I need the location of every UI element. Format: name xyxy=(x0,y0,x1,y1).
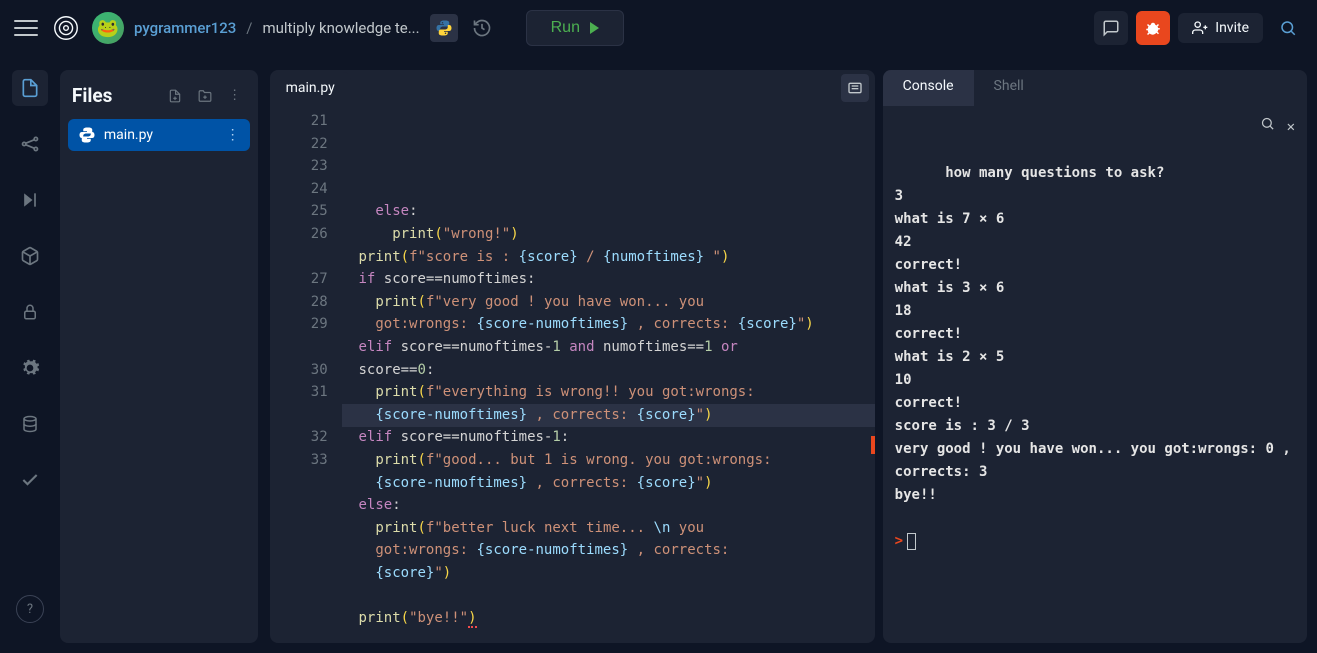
files-tab-icon[interactable] xyxy=(12,70,48,106)
package-icon[interactable] xyxy=(12,238,48,274)
new-file-icon[interactable] xyxy=(164,85,186,107)
python-file-icon xyxy=(78,126,96,144)
share-icon[interactable] xyxy=(12,126,48,162)
search-icon[interactable] xyxy=(1271,11,1305,45)
console-panel: Console Shell ✕ how many questions to as… xyxy=(883,70,1307,643)
header: 🐸 pygrammer123 / multiply knowledge te..… xyxy=(0,0,1317,56)
help-icon[interactable]: ? xyxy=(16,595,44,623)
editor-panel: main.py 212223242526 272829 3031 3233 el… xyxy=(270,70,875,643)
play-icon xyxy=(590,22,599,34)
file-item-main[interactable]: main.py ⋮ xyxy=(68,119,250,151)
console-close-icon[interactable]: ✕ xyxy=(1287,116,1295,139)
console-tab[interactable]: Console xyxy=(883,70,974,106)
new-folder-icon[interactable] xyxy=(194,85,216,107)
breadcrumb: pygrammer123 / multiply knowledge te... xyxy=(134,19,420,37)
files-more-icon[interactable]: ⋮ xyxy=(224,85,246,107)
user-avatar[interactable]: 🐸 xyxy=(92,12,124,44)
left-sidebar: ? xyxy=(0,56,60,653)
files-title: Files xyxy=(72,84,156,107)
file-more-icon[interactable]: ⋮ xyxy=(226,127,240,143)
breadcrumb-repo[interactable]: multiply knowledge te... xyxy=(262,19,419,37)
run-next-icon[interactable] xyxy=(12,182,48,218)
chat-icon[interactable] xyxy=(1094,11,1128,45)
markdown-toggle-icon[interactable] xyxy=(841,74,869,102)
run-button[interactable]: Run xyxy=(526,10,624,46)
bug-icon[interactable] xyxy=(1136,11,1170,45)
code-editor[interactable]: 212223242526 272829 3031 3233 else: prin… xyxy=(270,106,875,643)
lock-icon[interactable] xyxy=(12,294,48,330)
invite-button[interactable]: Invite xyxy=(1178,13,1263,43)
hamburger-menu-icon[interactable] xyxy=(12,14,40,42)
breadcrumb-user[interactable]: pygrammer123 xyxy=(134,19,236,37)
add-user-icon xyxy=(1192,20,1208,36)
database-icon[interactable] xyxy=(12,406,48,442)
settings-icon[interactable] xyxy=(12,350,48,386)
replit-logo xyxy=(50,12,82,44)
console-search-icon[interactable] xyxy=(1260,116,1275,139)
editor-tab[interactable]: main.py xyxy=(270,72,351,104)
files-panel: Files ⋮ main.py ⋮ xyxy=(60,70,258,643)
python-lang-icon xyxy=(430,14,458,42)
run-label: Run xyxy=(551,19,580,37)
shell-tab[interactable]: Shell xyxy=(974,70,1044,106)
history-icon[interactable] xyxy=(468,14,496,42)
console-output[interactable]: ✕ how many questions to ask? 3 what is 7… xyxy=(883,106,1307,643)
error-marker xyxy=(871,436,875,454)
check-icon[interactable] xyxy=(12,462,48,498)
